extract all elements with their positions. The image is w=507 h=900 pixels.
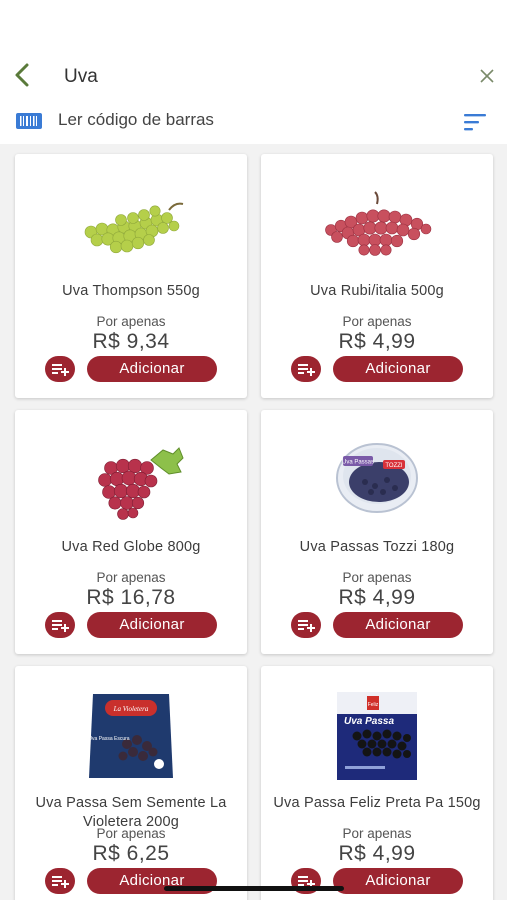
product-grid: Uva Thompson 550g Por apenas R$ 9,34 Adi… — [0, 144, 507, 900]
product-name: Uva Red Globe 800g — [61, 539, 201, 555]
product-price: R$ 16,78 — [86, 586, 176, 609]
svg-text:TOZZI: TOZZI — [385, 463, 403, 469]
product-price: R$ 4,99 — [338, 586, 416, 609]
sort-filter-icon[interactable] — [462, 112, 488, 132]
price-prefix: Por apenas — [342, 570, 412, 585]
add-to-list-icon[interactable] — [45, 612, 75, 638]
svg-text:Uva Passas: Uva Passas — [342, 460, 374, 466]
add-to-list-icon[interactable] — [45, 356, 75, 382]
add-to-list-icon[interactable] — [291, 356, 321, 382]
product-card[interactable]: Uva Thompson 550g Por apenas R$ 9,34 Adi… — [15, 154, 247, 398]
product-price: R$ 9,34 — [92, 330, 170, 353]
svg-text:La Violetera: La Violetera — [113, 705, 149, 713]
top-bar: Uva Ler código de barras — [0, 0, 507, 144]
add-to-cart-button[interactable]: Adicionar — [87, 356, 217, 382]
product-card[interactable]: Uva Rubi/italia 500g Por apenas R$ 4,99 … — [261, 154, 493, 398]
product-card[interactable]: Uva Red Globe 800g Por apenas R$ 16,78 A… — [15, 410, 247, 654]
add-to-list-icon[interactable] — [291, 612, 321, 638]
add-to-cart-button[interactable]: Adicionar — [333, 612, 463, 638]
product-image-red-globe-grapes — [98, 447, 184, 520]
close-icon[interactable] — [478, 67, 496, 85]
price-prefix: Por apenas — [96, 826, 166, 841]
back-arrow-icon[interactable] — [10, 62, 36, 88]
product-image-red-grapes — [325, 191, 432, 256]
product-image-green-grapes — [84, 202, 184, 254]
product-price: R$ 6,25 — [92, 842, 170, 865]
product-name: Uva Passas Tozzi 180g — [299, 539, 455, 555]
product-image-tozzi-raisins: Uva Passas TOZZI — [336, 443, 418, 513]
add-to-cart-button[interactable]: Adicionar — [333, 868, 463, 894]
home-indicator[interactable] — [164, 886, 344, 891]
barcode-scan-row[interactable]: Ler código de barras — [0, 104, 507, 138]
product-price: R$ 4,99 — [338, 330, 416, 353]
add-to-cart-button[interactable]: Adicionar — [333, 356, 463, 382]
price-prefix: Por apenas — [96, 314, 166, 329]
svg-text:Feliz: Feliz — [368, 702, 379, 708]
product-card[interactable]: Uva Passas TOZZI Uva Passas Tozzi 180g P… — [261, 410, 493, 654]
add-to-list-icon[interactable] — [45, 868, 75, 894]
svg-text:Uva Passa Escura: Uva Passa Escura — [88, 736, 129, 742]
price-prefix: Por apenas — [96, 570, 166, 585]
price-prefix: Por apenas — [342, 314, 412, 329]
product-image-feliz-raisins: Feliz Uva Passa — [337, 692, 417, 780]
product-card[interactable]: Feliz Uva Passa Uva Passa Feliz Preta Pa… — [261, 666, 493, 900]
barcode-icon — [16, 113, 42, 129]
add-to-cart-button[interactable]: Adicionar — [87, 612, 217, 638]
search-input[interactable]: Uva — [64, 66, 98, 88]
svg-text:Uva Passa: Uva Passa — [344, 716, 394, 727]
barcode-label: Ler código de barras — [58, 110, 214, 129]
product-name: Uva Thompson 550g — [62, 283, 200, 299]
product-name: Uva Rubi/italia 500g — [310, 283, 444, 299]
product-card[interactable]: La Violetera Uva Passa Escura Uva Passa … — [15, 666, 247, 900]
price-prefix: Por apenas — [342, 826, 412, 841]
product-price: R$ 4,99 — [338, 842, 416, 865]
product-image-violetera-raisins: La Violetera Uva Passa Escura — [88, 694, 173, 778]
product-name: Uva Passa Feliz Preta Pa 150g — [273, 795, 481, 811]
